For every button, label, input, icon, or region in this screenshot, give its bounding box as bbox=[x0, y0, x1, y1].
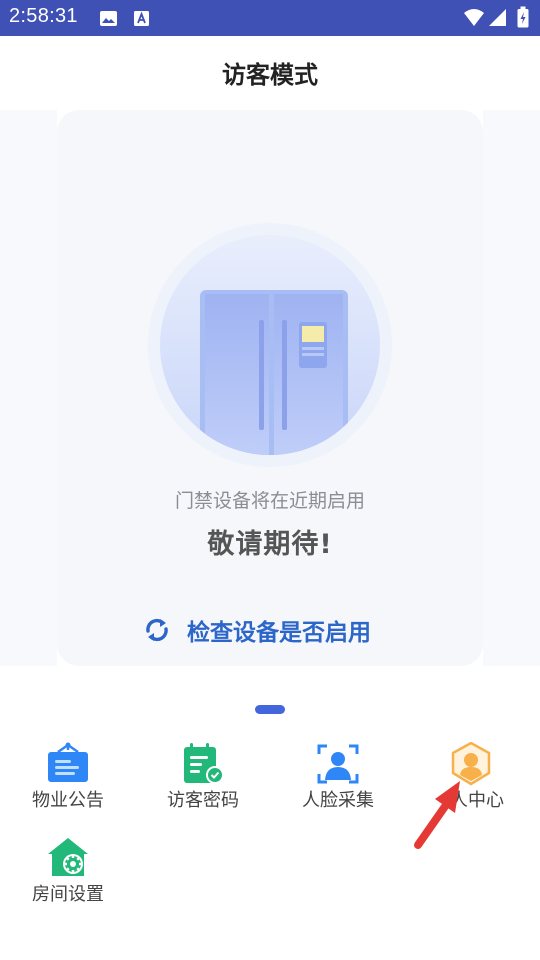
face-capture-icon bbox=[317, 744, 359, 784]
status-time: 2:58:31 bbox=[9, 5, 78, 27]
notice-highlight: 敬请期待! bbox=[207, 529, 333, 560]
status-bar: 2:58:31 bbox=[0, 0, 540, 36]
page-title: 访客模式 bbox=[222, 61, 318, 89]
font-icon bbox=[134, 11, 149, 26]
room-settings-icon bbox=[48, 838, 88, 876]
door-access-device-illustration bbox=[148, 223, 392, 467]
page-indicator bbox=[255, 705, 285, 714]
signal-icon bbox=[489, 9, 506, 26]
menu-item-room-settings[interactable]: 房间设置 bbox=[0, 836, 136, 926]
pointer-arrow-annotation bbox=[414, 781, 460, 849]
menu-item-visitor-password[interactable]: 访客密码 bbox=[135, 742, 271, 832]
check-device-label: 检查设备是否启用 bbox=[187, 620, 371, 646]
refresh-icon bbox=[146, 618, 168, 642]
notice-text: 门禁设备将在近期启用 bbox=[174, 490, 365, 512]
image-icon bbox=[100, 11, 117, 26]
menu-label-visitor-password: 访客密码 bbox=[167, 790, 239, 811]
menu-label-room-settings: 房间设置 bbox=[32, 884, 104, 905]
check-device-button[interactable]: 检查设备是否启用 bbox=[143, 613, 371, 647]
visitor-password-icon bbox=[184, 743, 224, 784]
menu-label-announcement: 物业公告 bbox=[32, 790, 104, 811]
announcement-icon bbox=[48, 742, 88, 782]
carousel-left-edge bbox=[0, 110, 57, 666]
door-access-card: 门禁设备将在近期启用 敬请期待! 检查设备是否启用 bbox=[57, 110, 483, 666]
menu-item-announcement[interactable]: 物业公告 bbox=[0, 742, 136, 832]
carousel-right-edge bbox=[483, 110, 540, 666]
menu-label-face-capture: 人脸采集 bbox=[302, 790, 374, 811]
menu-item-face-capture[interactable]: 人脸采集 bbox=[270, 742, 406, 832]
battery-icon bbox=[517, 6, 529, 28]
wifi-icon bbox=[464, 9, 484, 26]
